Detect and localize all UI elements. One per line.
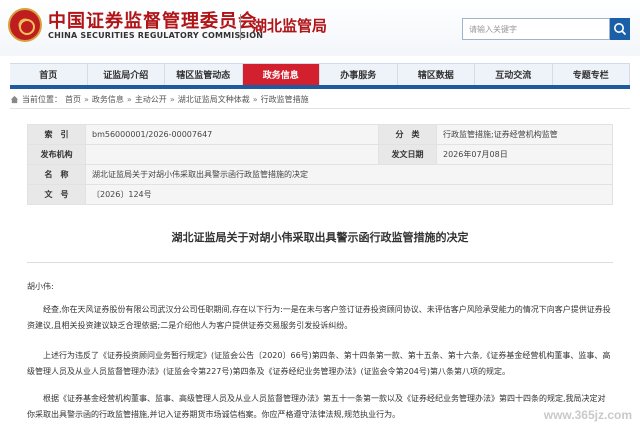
breadcrumb-link[interactable]: 首页 xyxy=(65,94,81,105)
breadcrumb-separator: » xyxy=(126,95,132,104)
info-label-number: 文 号 xyxy=(27,184,86,205)
site-header: 中国证券监督管理委员会 CHINA SECURITIES REGULATORY … xyxy=(0,0,640,56)
document-paragraph: 上述行为违反了《证券投资顾问业务暂行规定》(证监会公告〔2020〕66号)第四条… xyxy=(27,351,611,376)
info-label-category: 分 类 xyxy=(378,124,437,145)
nav-item[interactable]: 专题专栏 xyxy=(552,64,630,85)
document-paragraph: 根据《证券基金经营机构董事、监事、高级管理人员及从业人员监督管理办法》第五十一条… xyxy=(27,394,606,419)
breadcrumb: 当前位置： 首页» 政务信息» 主动公开» 湖北证监局文种体裁» 行政监管措施 xyxy=(10,94,309,105)
location-icon xyxy=(10,95,19,104)
site-watermark: www.365jz.com xyxy=(543,408,632,422)
nav-item[interactable]: 政务信息 xyxy=(242,64,320,85)
info-value-date: 2026年07月08日 xyxy=(436,144,613,165)
nav-item[interactable]: 互动交流 xyxy=(475,64,553,85)
org-name-cn[interactable]: 中国证券监督管理委员会 xyxy=(48,7,257,33)
nav-underline xyxy=(10,85,630,89)
nav-item[interactable]: 证监局介绍 xyxy=(87,64,165,85)
info-row-index: 索 引 bm56000001/2026-00007647 分 类 行政监管措施;… xyxy=(27,124,613,145)
main-nav: 首页 证监局介绍 辖区监管动态 政务信息 办事服务 辖区数据 互动交流 专题专栏 xyxy=(10,63,630,85)
info-label-issuer: 发布机构 xyxy=(27,144,86,165)
info-value-issuer xyxy=(85,144,379,165)
breadcrumb-separator: » xyxy=(169,95,175,104)
header-divider xyxy=(240,14,241,40)
breadcrumb-divider xyxy=(10,108,630,109)
breadcrumb-link[interactable]: 政务信息 xyxy=(92,94,124,105)
info-value-name: 湖北证监局关于对胡小伟采取出具警示函行政监管措施的决定 xyxy=(85,164,613,185)
info-value-category: 行政监管措施;证券经营机构监管 xyxy=(436,124,613,145)
breadcrumb-link[interactable]: 湖北证监局文种体裁 xyxy=(178,94,250,105)
breadcrumb-link[interactable]: 行政监管措施 xyxy=(261,94,309,105)
info-value-number: 〔2026〕124号 xyxy=(85,184,613,205)
nav-item[interactable]: 首页 xyxy=(10,64,88,85)
org-name-en: CHINA SECURITIES REGULATORY COMMISSION xyxy=(48,31,264,40)
info-label-date: 发文日期 xyxy=(378,144,437,165)
info-row-number: 文 号 〔2026〕124号 xyxy=(27,184,613,205)
csrc-emblem-logo[interactable] xyxy=(8,8,42,42)
breadcrumb-separator: » xyxy=(84,95,89,104)
title-divider xyxy=(27,262,613,263)
search-icon xyxy=(614,23,627,36)
document-paragraph: 经查,你在天风证券股份有限公司武汉分公司任职期间,存在以下行为:一是在未与客户签… xyxy=(27,305,611,330)
document-title: 湖北证监局关于对胡小伟采取出具警示函行政监管措施的决定 xyxy=(171,231,469,244)
info-row-issuer: 发布机构 发文日期 2026年07月08日 xyxy=(27,144,613,165)
document-info-table: 索 引 bm56000001/2026-00007647 分 类 行政监管措施;… xyxy=(27,124,613,205)
search-button[interactable] xyxy=(610,18,630,40)
breadcrumb-link[interactable]: 主动公开 xyxy=(135,94,167,105)
breadcrumb-prefix: 当前位置： xyxy=(22,95,62,104)
info-value-index: bm56000001/2026-00007647 xyxy=(85,124,379,145)
info-row-name: 名 称 湖北证监局关于对胡小伟采取出具警示函行政监管措施的决定 xyxy=(27,164,613,185)
nav-item[interactable]: 辖区数据 xyxy=(397,64,475,85)
nav-item[interactable]: 辖区监管动态 xyxy=(165,64,243,85)
info-label-index: 索 引 xyxy=(27,124,86,145)
nav-item[interactable]: 办事服务 xyxy=(320,64,398,85)
document-salutation: 胡小伟: xyxy=(27,282,54,291)
breadcrumb-separator: » xyxy=(252,95,258,104)
bureau-name[interactable]: 湖北监管局 xyxy=(252,15,327,36)
search-input[interactable] xyxy=(462,18,610,40)
info-label-name: 名 称 xyxy=(27,164,86,185)
